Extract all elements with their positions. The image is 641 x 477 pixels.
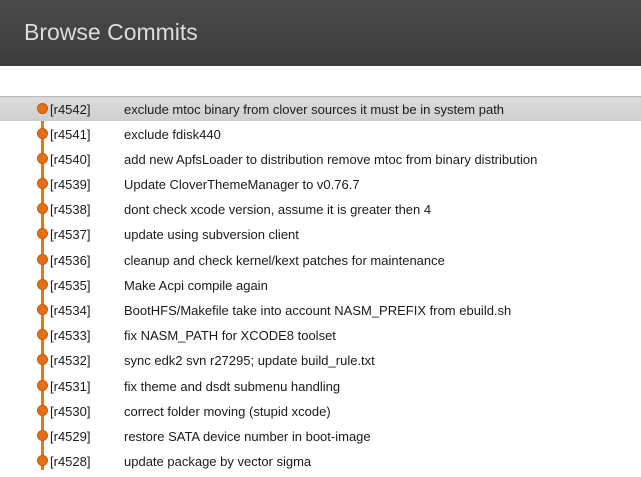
commit-revision-link[interactable]: [r4533]	[50, 328, 90, 343]
commit-dot-icon	[37, 203, 48, 215]
commit-message: Make Acpi compile again	[124, 277, 268, 293]
commit-message: add new ApfsLoader to distribution remov…	[124, 151, 538, 167]
commit-revision-link[interactable]: [r4530]	[50, 404, 90, 419]
commit-message: fix theme and dsdt submenu handling	[124, 378, 341, 394]
commit-revision-link[interactable]: [r4528]	[50, 454, 90, 469]
commit-row[interactable]: [r4537] update using subversion client	[0, 222, 641, 247]
commit-dot-icon	[37, 329, 48, 341]
commit-message: BootHFS/Makefile take into account NASM_…	[124, 303, 512, 318]
commit-row[interactable]: [r4542] exclude mtoc binary from clover …	[0, 96, 641, 122]
commit-row[interactable]: [r4530] correct folder moving (stupid xc…	[0, 398, 641, 423]
commit-row[interactable]: [r4541] exclude fdisk440	[0, 121, 641, 146]
commit-message: Update CloverThemeManager to v0.76.7	[124, 177, 360, 193]
commit-message: exclude fdisk440	[124, 126, 221, 142]
commit-row[interactable]: [r4536] cleanup and check kernel/kext pa…	[0, 247, 641, 272]
commit-row[interactable]: [r4531] fix theme and dsdt submenu handl…	[0, 373, 641, 398]
commit-row[interactable]: [r4535] Make Acpi compile again	[0, 272, 641, 297]
commit-dot-icon	[37, 278, 48, 290]
commit-dot-icon	[37, 152, 48, 164]
commit-dot-icon	[37, 127, 48, 139]
commit-revision-link[interactable]: [r4535]	[50, 278, 90, 293]
commit-row[interactable]: [r4538] dont check xcode version, assume…	[0, 197, 641, 222]
commit-dot-icon	[37, 429, 48, 441]
commit-list: [r4542] exclude mtoc binary from clover …	[0, 96, 641, 474]
commit-revision-link[interactable]: [r4534]	[50, 303, 90, 318]
page-title: Browse Commits	[24, 19, 198, 45]
commit-revision-link[interactable]: [r4531]	[50, 379, 90, 394]
commit-revision-link[interactable]: [r4536]	[50, 253, 90, 268]
commit-message: dont check xcode version, assume it is g…	[124, 202, 432, 218]
commit-message: sync edk2 svn r27295; update build_rule.…	[124, 353, 375, 369]
commit-dot-icon	[37, 354, 48, 366]
commit-revision-link[interactable]: [r4541]	[50, 127, 90, 142]
page-header: Browse Commits	[0, 0, 641, 66]
commit-row[interactable]: [r4528] update package by vector sigma	[0, 449, 641, 474]
commit-row[interactable]: [r4540] add new ApfsLoader to distributi…	[0, 146, 641, 171]
commit-message: fix NASM_PATH for XCODE8 toolset	[124, 328, 336, 344]
commit-message: exclude mtoc binary from clover sources …	[124, 101, 505, 117]
commit-revision-link[interactable]: [r4542]	[50, 102, 90, 117]
commit-row[interactable]: [r4534] BootHFS/Makefile take into accou…	[0, 298, 641, 323]
commit-revision-link[interactable]: [r4532]	[50, 353, 90, 368]
commit-message: update package by vector sigma	[124, 454, 312, 470]
commit-message: correct folder moving (stupid xcode)	[124, 403, 331, 419]
commit-row[interactable]: [r4529] restore SATA device number in bo…	[0, 423, 641, 448]
commit-revision-link[interactable]: [r4537]	[50, 227, 90, 242]
commit-dot-icon	[37, 455, 48, 467]
commit-dot-icon	[37, 228, 48, 240]
commit-dot-icon	[37, 404, 48, 416]
commit-revision-link[interactable]: [r4529]	[50, 429, 90, 444]
commit-dot-icon	[37, 102, 48, 114]
commit-row[interactable]: [r4539] Update CloverThemeManager to v0.…	[0, 172, 641, 197]
commit-message: update using subversion client	[124, 227, 299, 243]
commit-dot-icon	[37, 304, 48, 315]
commit-dot-icon	[37, 178, 48, 190]
commit-message: cleanup and check kernel/kext patches fo…	[124, 252, 445, 268]
commit-revision-link[interactable]: [r4538]	[50, 202, 90, 217]
commit-row[interactable]: [r4532] sync edk2 svn r27295; update bui…	[0, 348, 641, 373]
commit-message: restore SATA device number in boot-image	[124, 428, 371, 444]
commit-revision-link[interactable]: [r4539]	[50, 177, 90, 192]
commit-row[interactable]: [r4533] fix NASM_PATH for XCODE8 toolset	[0, 323, 641, 348]
commit-dot-icon	[37, 379, 48, 391]
commit-revision-link[interactable]: [r4540]	[50, 152, 90, 167]
commit-dot-icon	[37, 253, 48, 265]
